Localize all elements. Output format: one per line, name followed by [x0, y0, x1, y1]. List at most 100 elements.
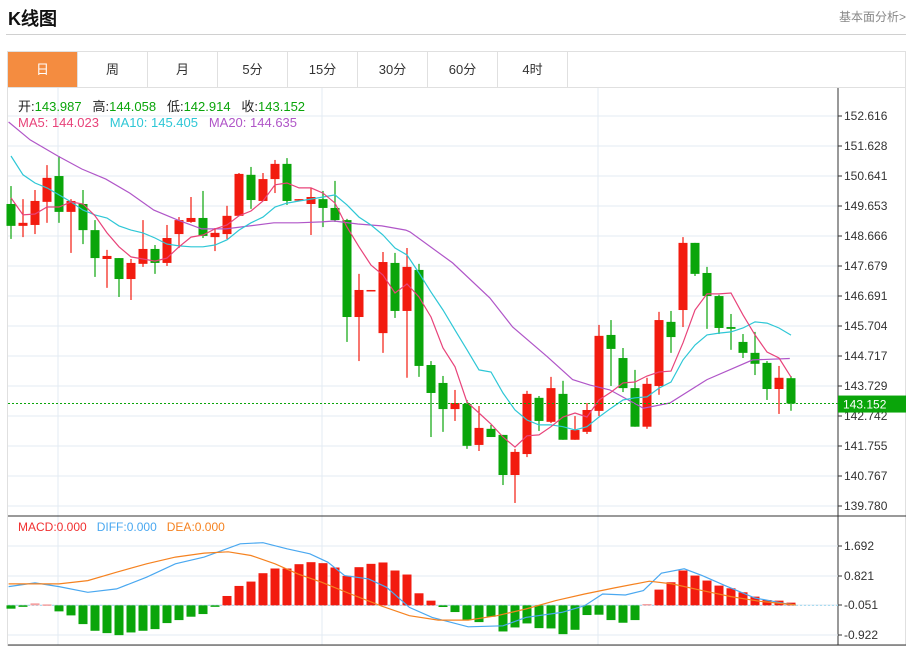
candle-body	[750, 352, 760, 364]
macd-bar	[642, 604, 652, 606]
diff-value: DIFF:0.000	[96, 520, 157, 534]
candle-body	[402, 266, 412, 311]
candle-body	[246, 174, 256, 201]
macd-tick-label: 0.821	[844, 569, 874, 583]
macd-bar	[270, 568, 280, 606]
candlestick	[354, 273, 364, 362]
macd-bar	[30, 603, 40, 606]
macd-bar	[546, 605, 556, 629]
candlestick	[414, 263, 424, 377]
candlestick	[54, 155, 64, 223]
dea-value: DEA:0.000	[166, 520, 225, 534]
candlestick	[666, 310, 676, 353]
price-tick-label: 147.679	[844, 259, 888, 273]
ma10-line	[10, 155, 792, 431]
candlestick	[642, 377, 652, 429]
ma5-line	[10, 182, 792, 448]
price-tick-label: 141.755	[844, 439, 888, 453]
macd-bar	[678, 570, 688, 606]
candlestick	[558, 380, 568, 440]
candlestick	[198, 190, 208, 239]
candlestick	[66, 199, 76, 253]
candlestick	[42, 165, 52, 223]
candlestick	[114, 258, 124, 297]
close-value: 143.152	[258, 99, 306, 114]
macd-bar	[114, 605, 124, 636]
macd-bar	[234, 585, 244, 606]
open-label: 开:	[18, 99, 35, 114]
candlestick	[246, 166, 256, 209]
macd-bar	[174, 605, 184, 621]
macd-bar	[618, 605, 628, 623]
candle-body	[534, 397, 544, 421]
candlestick	[762, 361, 772, 400]
candlestick	[426, 361, 436, 438]
price-tick-label: 143.729	[844, 379, 888, 393]
candle-body	[642, 383, 652, 427]
macd-bar	[282, 568, 292, 606]
candlestick	[210, 227, 220, 252]
candle-body	[774, 377, 784, 390]
candle-body	[126, 262, 136, 280]
macd-bar	[198, 605, 208, 615]
candlestick	[534, 396, 544, 431]
candlestick	[306, 187, 316, 235]
candle-body	[90, 230, 100, 259]
macd-bar	[186, 605, 196, 617]
macd-bar	[414, 593, 424, 606]
macd-bar	[366, 563, 376, 606]
macd-bar	[690, 575, 700, 606]
macd-bar	[486, 605, 496, 617]
macd-tick-label: -0.922	[844, 628, 878, 642]
candle-body	[474, 427, 484, 445]
price-tick-label: 150.641	[844, 169, 888, 183]
price-tick-label: 146.691	[844, 289, 888, 303]
candle-body	[738, 341, 748, 353]
macd-bar	[438, 605, 448, 608]
candlestick	[678, 237, 688, 328]
candlestick	[150, 245, 160, 274]
candle-body	[438, 382, 448, 410]
close-label: 收:	[241, 99, 259, 114]
macd-bar	[702, 580, 712, 606]
candle-body	[102, 255, 112, 259]
macd-bar	[510, 605, 520, 628]
macd-bar	[462, 605, 472, 621]
macd-bar	[582, 605, 592, 616]
ma5-value: MA5: 144.023	[18, 115, 99, 130]
macd-bar	[78, 605, 88, 625]
macd-bar	[450, 605, 460, 613]
candlestick	[654, 311, 664, 395]
candle-body	[138, 248, 148, 264]
macd-bar	[402, 574, 412, 606]
macd-bar	[498, 605, 508, 632]
candlestick	[774, 365, 784, 414]
candlestick	[186, 197, 196, 223]
candle-body	[366, 289, 376, 292]
candlestick	[126, 258, 136, 301]
candle-body	[546, 388, 556, 422]
candle-body	[690, 242, 700, 274]
candle-body	[462, 403, 472, 446]
macd-bar	[426, 600, 436, 606]
macd-bar	[246, 581, 256, 606]
candlestick	[498, 434, 508, 486]
candle-body	[426, 365, 436, 393]
candle-body	[702, 272, 712, 297]
ma20-value: MA20: 144.635	[208, 115, 298, 130]
candle-body	[510, 451, 520, 476]
candle-body	[414, 269, 424, 366]
price-tick-label: 152.616	[844, 109, 888, 123]
candle-body	[486, 428, 496, 438]
candlestick	[282, 158, 292, 205]
macd-bar	[258, 573, 268, 606]
candle-body	[606, 334, 616, 349]
candlestick	[594, 324, 604, 417]
candle-body	[654, 320, 664, 386]
macd-bar	[294, 564, 304, 606]
candlestick	[786, 376, 796, 411]
ma-readout: MA5: 144.023 MA10: 145.405 MA20: 144.635	[18, 115, 297, 130]
macd-bar	[150, 605, 160, 630]
candlestick	[18, 199, 28, 238]
macd-tick-label: 1.692	[844, 539, 874, 553]
